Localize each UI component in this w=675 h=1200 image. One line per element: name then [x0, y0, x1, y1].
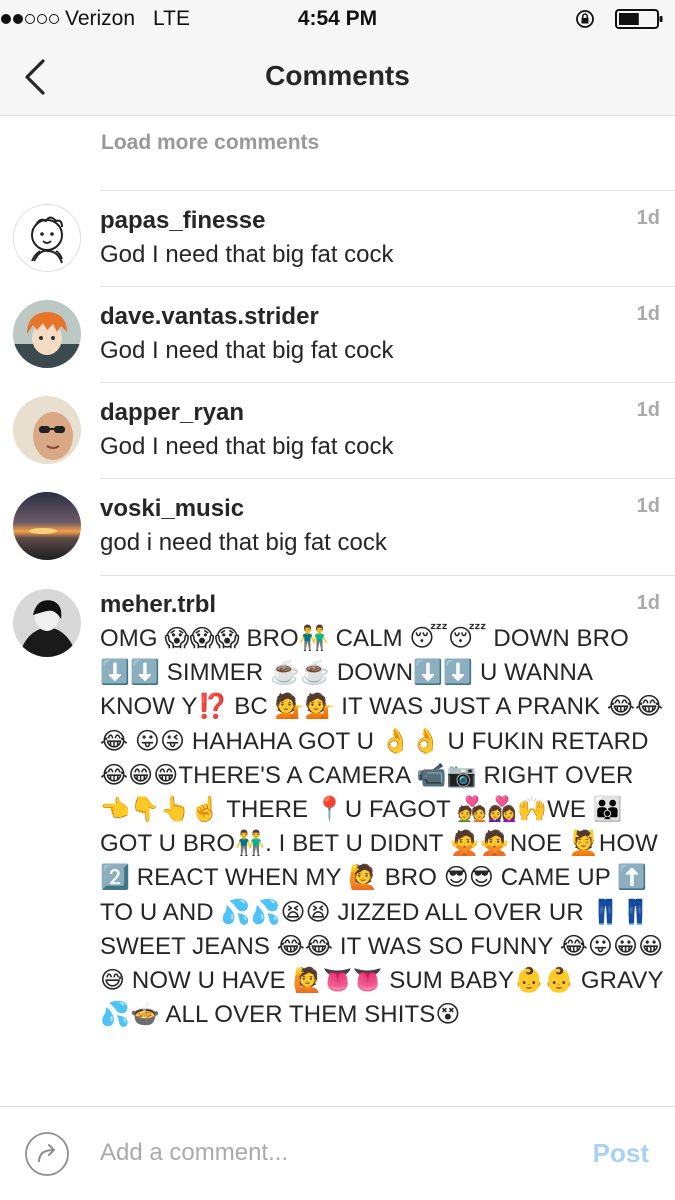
comment-timestamp: 1d: [636, 207, 660, 229]
rotation-lock-icon: [576, 10, 594, 28]
comment-item: dapper_ryan 1d God I need that big fat c…: [0, 382, 675, 478]
comment-timestamp: 1d: [636, 495, 660, 517]
load-more-comments-button[interactable]: Load more comments: [101, 131, 319, 155]
comment-text: God I need that big fat cock: [100, 337, 394, 364]
status-bar: Verizon LTE 4:54 PM: [0, 0, 675, 38]
divider: [100, 575, 675, 576]
comment-username[interactable]: meher.trbl: [100, 591, 216, 619]
comment-username[interactable]: dave.vantas.strider: [100, 303, 319, 331]
share-arrow-icon[interactable]: [24, 1131, 70, 1177]
cartoon-baby-avatar-icon: [14, 205, 80, 271]
sunset-avatar-icon: [13, 492, 81, 560]
divider: [100, 382, 675, 383]
person-sunglasses-avatar-icon: [13, 396, 81, 464]
comment-username[interactable]: voski_music: [100, 495, 244, 523]
avatar[interactable]: [13, 300, 81, 368]
comment-text: God I need that big fat cock: [100, 433, 394, 460]
status-time: 4:54 PM: [297, 7, 378, 30]
comment-timestamp: 1d: [636, 592, 660, 614]
comment-item: papas_finesse 1d God I need that big fat…: [0, 190, 675, 286]
comment-text: God I need that big fat cock: [100, 241, 394, 268]
comment-username[interactable]: dapper_ryan: [100, 399, 244, 427]
comment-input[interactable]: [100, 1135, 560, 1171]
status-right: [575, 8, 665, 30]
divider: [100, 478, 675, 479]
comment-username[interactable]: papas_finesse: [100, 207, 265, 235]
avatar[interactable]: [13, 589, 81, 657]
comment-text: OMG 😱😱😱 BRO👬 CALM 😴😴 DOWN BRO ⬇️⬇️ SIMME…: [100, 625, 664, 1029]
avatar[interactable]: [13, 204, 81, 272]
comment-item: voski_music 1d god i need that big fat c…: [0, 478, 675, 575]
battery-icon: [615, 9, 663, 29]
comment-timestamp: 1d: [636, 303, 660, 325]
avatar[interactable]: [13, 492, 81, 560]
post-button[interactable]: Post: [593, 1138, 649, 1169]
comment-text: god i need that big fat cock: [100, 529, 387, 556]
comment-timestamp: 1d: [636, 399, 660, 421]
divider: [100, 190, 675, 191]
comment-item: dave.vantas.strider 1d God I need that b…: [0, 286, 675, 382]
anime-character-avatar-icon: [13, 300, 81, 368]
divider: [100, 286, 675, 287]
page-title: Comments: [265, 60, 410, 91]
comment-item: meher.trbl 1d OMG 😱😱😱 BRO👬 CALM 😴😴 DOWN …: [0, 575, 675, 1075]
bw-portrait-avatar-icon: [13, 589, 81, 657]
avatar[interactable]: [13, 396, 81, 464]
navigation-bar: Comments: [0, 38, 675, 116]
comment-composer: Post: [0, 1106, 675, 1200]
